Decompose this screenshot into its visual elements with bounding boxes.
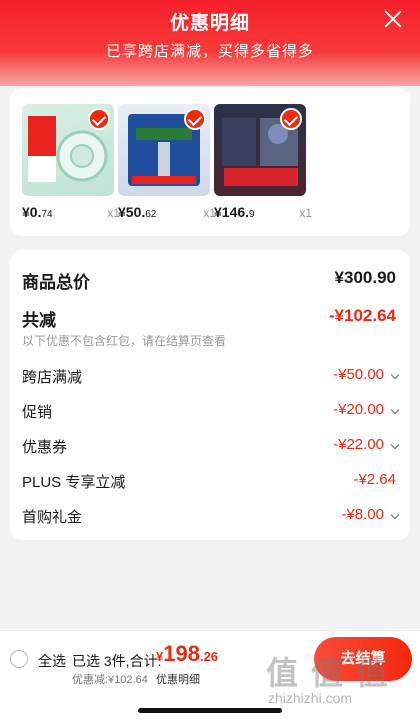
total-price: ¥198.26 [156,641,219,666]
discount-label: 促销 [22,404,53,421]
total-row: 商品总价 ¥300.90 [22,268,398,292]
product-price: ¥0.74 [22,204,53,220]
page-title: 优惠明细 [169,13,250,34]
product-card[interactable]: ¥50.62 x1 [118,104,216,220]
discount-row[interactable]: 首购礼金 -¥8.00 [22,506,400,530]
product-image [118,104,210,196]
chevron-down-icon[interactable] [390,370,400,380]
selected-check-icon[interactable] [280,108,302,130]
watermark-logo: 值 值 值 [266,655,390,691]
page-subtitle: 已享跨店满减，买得多省得多 [105,43,314,60]
reduce-row: 共减 -¥102.64 [22,306,398,330]
discount-row: PLUS 专享立减 -¥2.64 [22,471,398,495]
discount-label: 优惠券 [22,439,68,456]
discount-value: -¥22.00 [333,436,384,453]
chevron-down-icon[interactable] [390,405,400,415]
watermark-url: zhizhizhi.com [268,690,353,706]
product-image [214,104,306,196]
product-card[interactable]: ¥146.9 x1 [214,104,312,220]
discount-note: 以下优惠不包含红包，请在结算页查看 [22,334,227,348]
product-price: ¥146.9 [214,204,255,220]
discount-label: 首购礼金 [22,509,83,526]
discount-value: -¥2.64 [353,471,396,488]
discount-value: -¥20.00 [333,401,384,418]
discount-summary: 商品总价 ¥300.90 共减 -¥102.64 以下优惠不包含红包，请在结算页… [10,250,410,540]
product-card[interactable]: ¥0.74 x1 [22,104,120,220]
reduced-amount: 优惠减:¥102.64 [72,674,148,686]
select-all-label[interactable]: 全选 [38,651,66,671]
total-value: ¥300.90 [334,268,396,287]
discount-value: -¥50.00 [333,366,384,383]
selected-check-icon[interactable] [184,108,206,130]
discount-row[interactable]: 跨店满减 -¥50.00 [22,366,400,390]
product-price: ¥50.62 [118,204,157,220]
discount-value: -¥8.00 [341,506,384,523]
chevron-down-icon[interactable] [390,440,400,450]
chevron-down-icon[interactable] [390,510,400,520]
discount-label: PLUS 专享立减 [22,474,126,491]
reduce-value: -¥102.64 [328,306,396,325]
discount-detail-link[interactable]: 优惠明细 [156,671,200,687]
discount-row[interactable]: 优惠券 -¥22.00 [22,436,400,460]
discount-label: 跨店满减 [22,369,83,386]
selected-check-icon[interactable] [88,108,110,130]
reduce-label: 共减 [22,311,56,330]
total-label: 商品总价 [22,273,90,292]
selected-count: 已选 3件,合计: [72,653,162,669]
select-all-radio[interactable] [10,650,28,668]
product-qty: x1 [299,206,312,220]
close-icon[interactable] [382,8,404,30]
product-list: ¥0.74 x1 ¥50.62 x1 ¥146.9 x1 [10,88,410,236]
discount-row[interactable]: 促销 -¥20.00 [22,401,400,425]
product-image [22,104,114,196]
header: 优惠明细 已享跨店满减，买得多省得多 [0,0,420,86]
home-indicator [138,708,282,713]
